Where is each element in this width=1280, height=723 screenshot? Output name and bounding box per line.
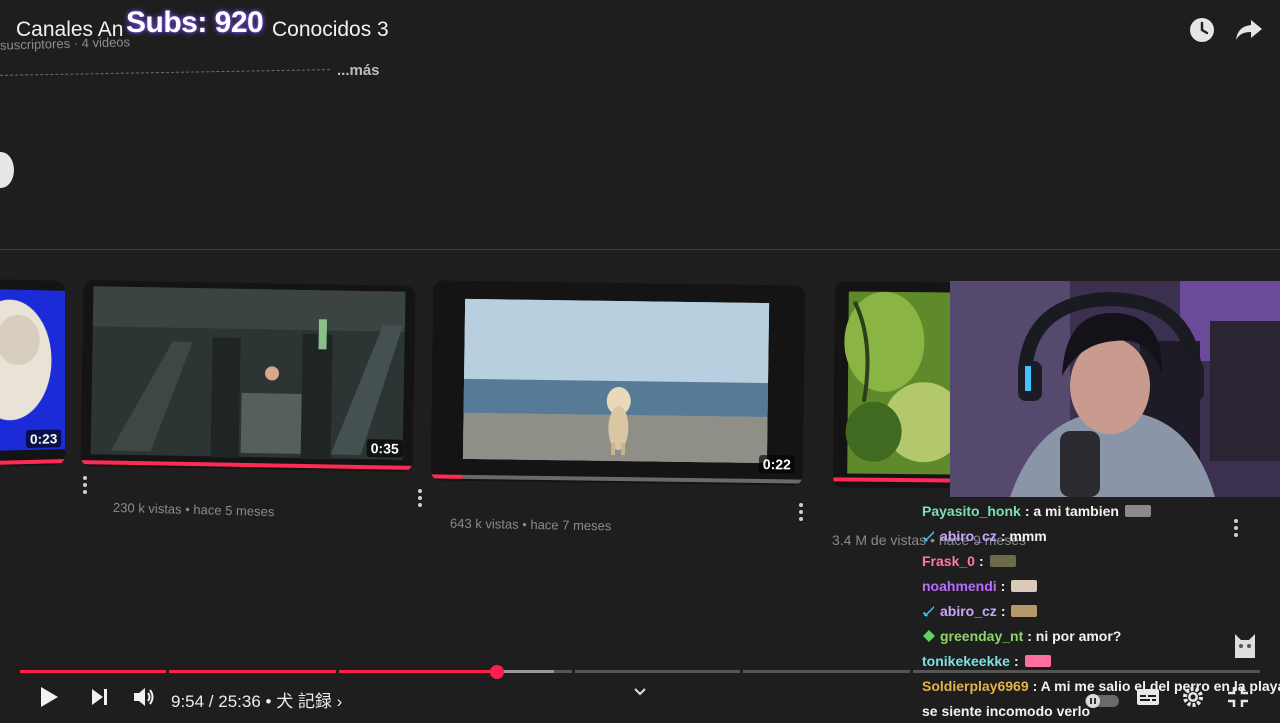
volume-icon[interactable] [132,684,156,710]
video-card-3[interactable]: 0:22 [430,280,806,486]
chat-username[interactable]: Frask_0 [922,550,975,572]
chat-username[interactable]: abiro_cz [940,525,997,547]
moderator-sword-icon [922,605,934,617]
video-duration-2: 0:35 [366,439,403,458]
subtitles-icon[interactable] [1136,684,1160,710]
watch-progress-3 [430,474,463,479]
video-duration-3: 0:22 [758,454,796,474]
more-link[interactable]: ...más [337,62,380,79]
chapter-marker [572,670,575,673]
subs-counter-overlay: Subs: 920 [126,6,264,39]
chat-message: noahmendi: [922,573,1280,598]
chat-message-text: : [1000,577,1006,594]
chat-message: Frask_0: [922,548,1280,573]
description-truncated [0,69,330,76]
chat-username[interactable]: tonikekeekke [922,650,1010,672]
seek-handle[interactable] [490,665,504,679]
share-icon[interactable] [1234,16,1264,44]
chapter-marker [336,670,339,673]
chat-username[interactable]: greenday_nt [940,625,1023,647]
chat-message-text: : ni por amor? [1027,627,1122,644]
chat-message-text: : [978,552,984,569]
next-icon[interactable] [89,684,111,710]
chat-username[interactable]: Soldierplay6969 [922,675,1029,697]
video-duration-1: 0:23 [25,429,62,449]
chevron-down-icon[interactable] [632,686,648,698]
chapter-marker [910,670,913,673]
video-menu-button-1[interactable] [83,476,87,494]
chat-emote [1124,504,1151,517]
chat-emote [1011,604,1038,617]
gem-badge-icon [923,629,935,642]
time-display[interactable]: 9:54 / 25:36 • 犬 記録 › [171,687,342,712]
play-icon[interactable] [38,684,60,710]
channel-meta: suscriptores · 4 videos [0,34,131,53]
chat-message: Payasito_honk: a mi tambien [922,498,1280,523]
video-thumbnail-3 [462,298,770,464]
chat-message: abiro_cz: [922,598,1280,623]
video-views-3: 643 k vistas • hace 7 meses [449,515,612,534]
seek-bar-buffered [498,670,554,673]
chat-message: abiro_cz: mmm [922,523,1280,548]
webcam-image [950,281,1280,497]
video-card-2[interactable]: 0:35 [80,280,416,472]
video-thumbnail-4 [844,291,965,475]
moderator-sword-icon [922,530,934,542]
autoplay-toggle[interactable] [1084,688,1120,714]
gear-icon[interactable] [1181,684,1205,710]
streamer-webcam [950,281,1280,497]
exit-fullscreen-icon[interactable] [1226,684,1250,710]
seek-bar-played [20,670,498,673]
section-divider [0,249,1280,250]
chat-emote [1011,579,1038,592]
chat-message: greenday_nt: ni por amor? [922,623,1280,648]
video-views-2: 230 k vistas • hace 5 meses [112,499,275,520]
chapter-marker [740,670,743,673]
chat-message-text: : [1000,602,1006,619]
video-menu-button-2[interactable] [418,489,422,507]
chat-message-text: : a mi tambien [1024,502,1119,519]
video-thumbnail-2 [90,286,406,460]
chat-emote [1024,654,1051,667]
video-card-1[interactable]: 0:23 [0,278,66,468]
video-menu-button-3[interactable] [799,503,803,521]
chat-username[interactable]: Payasito_honk [922,500,1021,522]
chat-emote [989,554,1016,567]
chat-message-text: : mmm [1000,527,1047,544]
watch-later-icon[interactable] [1188,16,1216,44]
playlist-title-right: Conocidos 3 [272,18,389,41]
chat-username[interactable]: noahmendi [922,575,997,597]
cat-logo-icon [1235,634,1255,658]
video-card-4[interactable] [833,281,965,489]
chat-message-text: : [1013,652,1019,669]
scroll-button-partial[interactable] [0,152,14,188]
chapter-marker [166,670,169,673]
chat-username[interactable]: abiro_cz [940,600,997,622]
chat-message-text: se siente incomodo verlo [922,702,1091,719]
